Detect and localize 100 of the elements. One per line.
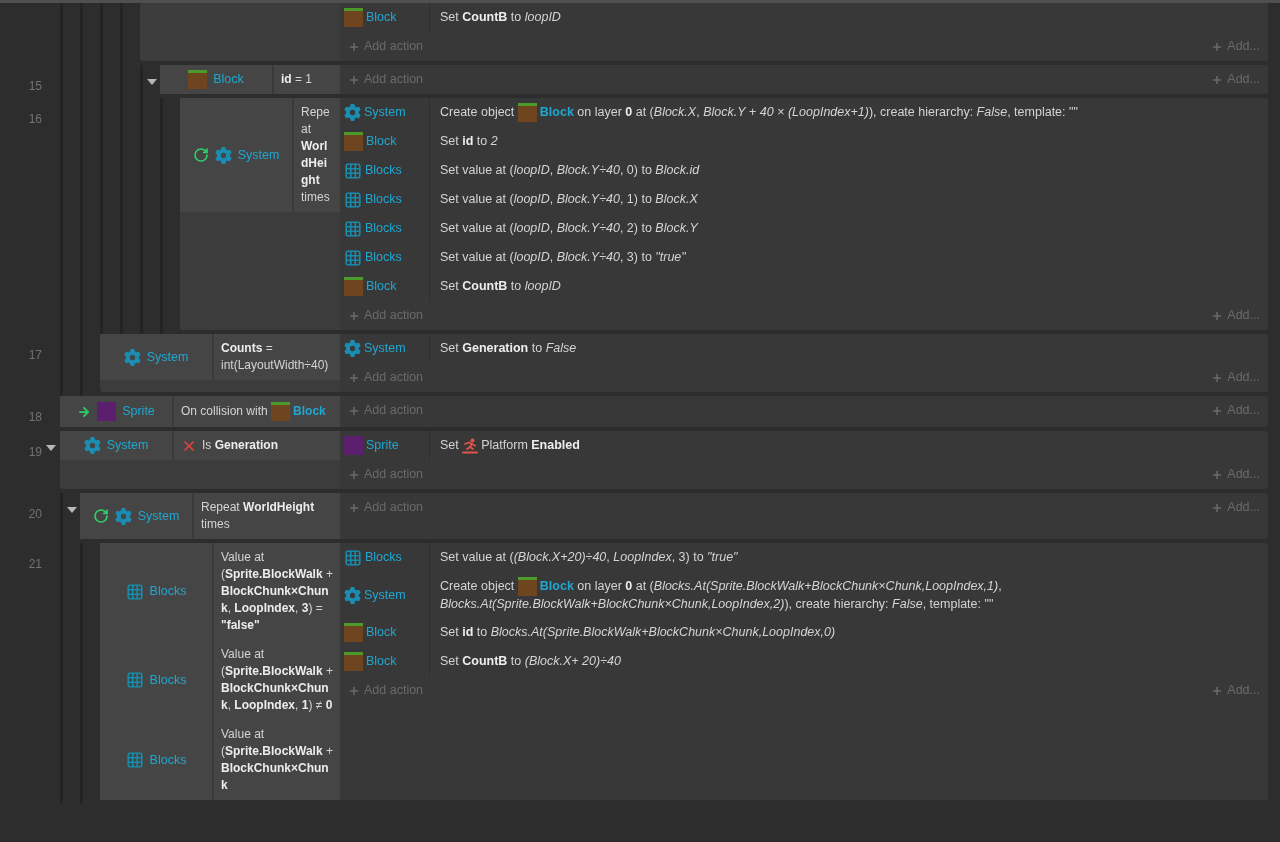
event-number: 18 [28,410,42,424]
condition-row[interactable]: System Is Generation [60,431,340,460]
gear-icon [114,507,132,525]
object-name: Blocks [365,191,402,209]
condition-row[interactable]: Block id = 1 [160,65,340,94]
action-text[interactable]: Create object Block on layer 0 at (Block.X, Block.Y + 40 × (LoopIndex+1)), create hierarchy: False, template: "" [440,103,1078,122]
condition-text: Repeat WorldHeight times [301,104,331,206]
condition-text: Value at (Sprite.BlockWalk + BlockChunk×Chunk, LoopIndex, 3) = "false" [221,549,333,634]
plus-icon [348,40,360,53]
plus-icon [1211,40,1224,53]
gear-icon [344,104,361,121]
event-number: 20 [28,507,42,521]
plus-icon [1211,73,1224,86]
condition-text: id = 1 [281,71,313,88]
gear-icon [123,348,141,366]
action-text[interactable]: Set CountB to loopID [440,9,561,26]
object-name: Blocks [365,249,402,267]
object-name: Block [366,133,397,151]
event-number: 15 [28,79,42,93]
condition-row[interactable]: System Repeat WorldHeight times [80,493,340,539]
action-text[interactable]: Create object Block on layer 0 at (Blocks.At(Sprite.BlockWalk+BlockChunk×Chunk,LoopIndex,1), Blocks.At(Sprite.BlockWalk+BlockChunk×Chunk,LoopIndex,2)), create hierarchy: False, template: "" [440,577,1254,613]
grid-icon [344,248,362,267]
object-name: Block [366,653,397,671]
condition-row[interactable]: Blocks Value at (Sprite.BlockWalk + BlockChunk×Chunk [100,720,340,800]
object-name: Block [366,278,397,296]
object-name: Blocks [149,751,187,769]
action-text[interactable]: Set value at ((Block.X+20)÷40, LoopIndex, 3) to "true" [440,549,738,566]
grid-icon [125,751,144,769]
plus-icon [1211,501,1224,514]
dirt-block-icon [344,277,363,296]
action-text[interactable]: Set value at (loopID, Block.Y÷40, 3) to "true" [440,249,686,266]
dirt-block-icon [344,132,363,151]
action-text[interactable]: Set value at (loopID, Block.Y÷40, 1) to Block.X [440,191,698,208]
dirt-block-icon [344,8,363,27]
action-text[interactable]: Set value at (loopID, Block.Y÷40, 0) to Block.id [440,162,700,179]
object-name: Blocks [365,549,402,567]
grid-icon [344,161,362,180]
dirt-block-icon [344,652,363,671]
condition-text: Value at (Sprite.BlockWalk + BlockChunk×Chunk [221,726,333,794]
object-name: System [364,340,406,358]
condition-text: Is Generation [202,437,279,454]
grid-icon [344,219,362,238]
grid-icon [344,548,362,567]
condition-text: Repeat WorldHeight times [201,499,316,533]
dirt-block-icon [271,402,291,421]
plus-icon [348,73,360,86]
plus-icon [348,684,360,697]
condition-row[interactable]: System Counts = int(LayoutWidth÷40) [100,334,340,380]
condition-row[interactable]: System Repeat WorldHeight times [180,98,340,212]
action-text[interactable]: Set id to 2 [440,133,498,150]
object-name: System [364,586,406,604]
gear-icon [83,437,101,454]
action-text[interactable]: Set Generation to False [440,340,577,357]
dirt-block-icon [517,103,537,122]
runner-icon [462,437,479,454]
action-text[interactable]: Set CountB to loopID [440,278,561,295]
plus-icon [348,404,360,417]
triangle-down-icon[interactable] [46,443,56,453]
plus-icon [348,468,360,481]
gear-icon [344,340,361,357]
triangle-down-icon[interactable] [66,505,77,515]
condition-row[interactable]: Sprite On collision with Block [60,396,340,427]
grid-icon [125,671,144,689]
plus-icon [348,501,360,514]
action-text[interactable]: Set id to Blocks.At(Sprite.BlockWalk+BlockChunk×Chunk,LoopIndex,0) [440,624,836,641]
gear-icon [214,146,232,164]
dirt-block-icon [188,70,208,89]
plus-icon [348,309,360,322]
object-name: Blocks [149,583,187,601]
condition-text: On collision with Block [181,402,326,421]
object-name: System [146,348,189,366]
condition-text: Counts = int(LayoutWidth÷40) [221,340,330,374]
grid-icon [344,190,362,209]
object-name: Blocks [365,162,402,180]
condition-row[interactable]: Blocks Value at (Sprite.BlockWalk + BlockChunk×Chunk, LoopIndex, 1) ≠ 0 [100,640,340,720]
event-number: 17 [28,348,42,362]
grid-icon [125,582,144,601]
plus-icon [1211,684,1224,697]
refresh-icon [92,508,109,524]
condition-row[interactable]: Blocks Value at (Sprite.BlockWalk + BlockChunk×Chunk, LoopIndex, 3) = "false" [100,543,340,640]
plus-icon [348,371,360,384]
gear-icon [344,586,361,604]
dirt-block-icon [344,623,363,642]
event-number: 21 [28,557,42,571]
object-name: Block [366,9,397,27]
object-name: System [237,146,280,164]
plus-icon [1211,468,1224,481]
action-text[interactable]: Set CountB to (Block.X+ 20)÷40 [440,653,621,670]
object-name: Block [366,624,397,642]
action-text[interactable]: Set value at (loopID, Block.Y÷40, 2) to Block.Y [440,220,698,237]
triangle-down-icon[interactable] [146,77,157,87]
square-icon [97,402,117,421]
refresh-icon [192,147,209,163]
plus-icon [1211,309,1224,322]
plus-icon [1211,371,1224,384]
object-name: Block [213,71,244,89]
action-text[interactable]: Set Platform Enabled [440,437,580,454]
object-name: Sprite [366,437,399,455]
arrow-right-icon [77,404,92,419]
plus-icon [1211,404,1224,417]
